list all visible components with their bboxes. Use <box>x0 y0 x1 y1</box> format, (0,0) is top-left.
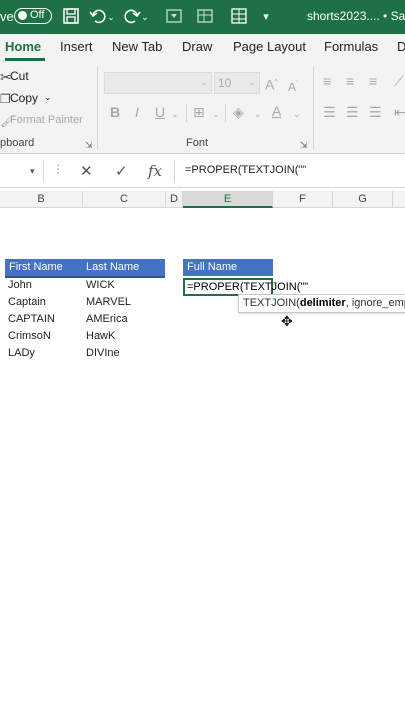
ribbon-tabs: Home Insert New Tab Draw Page Layout For… <box>0 34 405 62</box>
cancel-formula-button[interactable]: ✕ <box>80 162 93 180</box>
borders-icon[interactable]: ⊞ <box>193 104 205 120</box>
autosave-label: ve <box>0 9 14 24</box>
cell-first-name[interactable]: John <box>8 277 32 294</box>
font-launcher-icon[interactable]: ⇲ <box>300 137 308 153</box>
table-icon[interactable] <box>195 7 215 27</box>
chevron-down-icon: ⌄ <box>200 77 208 87</box>
align-middle-icon[interactable]: ≡ <box>346 73 354 89</box>
name-box[interactable]: ▾ <box>0 160 44 182</box>
form-icon[interactable] <box>229 7 249 27</box>
ribbon-divider <box>313 66 314 150</box>
font-size-combo[interactable]: 10 ⌄ <box>214 72 260 94</box>
underline-dropdown-icon[interactable]: ⌄ <box>171 106 179 122</box>
cell-last-name[interactable]: DIVIne <box>86 345 120 362</box>
fill-color-dropdown-icon[interactable]: ⌄ <box>254 106 262 122</box>
redo-dropdown-icon[interactable]: ⌄ <box>140 7 150 27</box>
align-center-icon[interactable]: ☰ <box>346 104 359 120</box>
font-color-icon[interactable]: A <box>272 103 281 119</box>
font-group-label: Font <box>186 137 209 149</box>
formula-divider <box>174 160 175 182</box>
cell-last-name[interactable]: WICK <box>86 277 115 294</box>
move-cursor-icon: ✥ <box>281 313 293 329</box>
tab-formulas[interactable]: Formulas <box>324 39 378 54</box>
tab-home[interactable]: Home <box>5 39 41 54</box>
insert-function-button[interactable]: fx <box>148 162 162 180</box>
column-header-f[interactable]: F <box>273 191 333 208</box>
cell-last-name[interactable]: MARVEL <box>86 294 131 311</box>
redo-icon[interactable] <box>122 7 142 27</box>
align-right-icon[interactable]: ☰ <box>369 104 382 120</box>
enter-formula-button[interactable]: ✓ <box>115 162 128 180</box>
title-bar: ve Off ⌄ ⌄ ▾ shorts2023.... • Saved <box>0 0 405 34</box>
tab-insert[interactable]: Insert <box>60 39 93 54</box>
align-left-icon[interactable]: ☰ <box>323 104 336 120</box>
tooltip-remaining-arguments: , ignore_empty <box>345 297 405 309</box>
function-tooltip: TEXTJOIN(delimiter, ignore_empty <box>238 294 405 313</box>
align-bottom-icon[interactable]: ≡ <box>369 73 377 89</box>
clipboard-launcher-icon[interactable]: ⇲ <box>85 137 93 153</box>
align-top-icon[interactable]: ≡ <box>323 73 331 89</box>
copy-dropdown-icon[interactable]: ⌄ <box>44 92 52 103</box>
autosave-toggle[interactable]: Off <box>14 8 52 24</box>
cell-first-name[interactable]: LADy <box>8 345 35 362</box>
formula-bar: ▾ ⋮ ✕ ✓ fx =PROPER(TEXTJOIN("" <box>0 154 405 188</box>
italic-button[interactable]: I <box>135 104 139 120</box>
format-painter-button[interactable]: Format Painter <box>10 114 83 126</box>
cut-button[interactable]: Cut <box>10 69 29 83</box>
underline-button[interactable]: U <box>155 104 165 120</box>
ribbon-divider <box>225 104 226 122</box>
more-icon[interactable]: ▾ <box>256 7 276 27</box>
decrease-font-icon[interactable]: Aˇ <box>288 77 298 95</box>
table-header-full-name[interactable]: Full Name <box>183 259 273 276</box>
undo-dropdown-icon[interactable]: ⌄ <box>106 7 116 27</box>
borders-dropdown-icon[interactable]: ⌄ <box>212 106 220 122</box>
name-box-dropdown-icon[interactable]: ▾ <box>30 163 35 179</box>
document-title: shorts2023.... • Saved <box>307 9 405 23</box>
font-color-dropdown-icon[interactable]: ⌄ <box>293 106 301 122</box>
increase-font-icon[interactable]: A^ <box>265 75 278 93</box>
tooltip-function-name: TEXTJOIN( <box>243 297 300 309</box>
tab-new-tab[interactable]: New Tab <box>112 39 162 54</box>
column-header-c[interactable]: C <box>83 191 166 208</box>
orientation-icon[interactable]: ⟋ <box>394 73 404 89</box>
cell-first-name[interactable]: Captain <box>8 294 46 311</box>
ribbon: ✂ Cut ❐ Copy ⌄ 🖌 Format Painter pboard ⇲… <box>0 62 405 154</box>
font-size-value: 10 <box>218 76 232 90</box>
undo-icon[interactable] <box>88 7 108 27</box>
tab-data[interactable]: D <box>397 39 405 54</box>
table-header-last-name[interactable]: Last Name <box>82 259 165 276</box>
ribbon-divider <box>186 104 187 122</box>
column-header-e[interactable]: E <box>183 191 273 208</box>
cell-first-name[interactable]: CrimsoN <box>8 328 51 345</box>
active-tab-indicator <box>5 58 45 61</box>
ribbon-divider <box>97 66 98 150</box>
cell-last-name[interactable]: HawK <box>86 328 115 345</box>
filter-icon[interactable] <box>164 7 184 27</box>
save-icon[interactable] <box>61 7 81 27</box>
column-header-b[interactable]: B <box>0 191 83 208</box>
clipboard-group-label: pboard <box>0 137 35 149</box>
table-header-first-name[interactable]: First Name <box>5 259 83 276</box>
tab-page-layout[interactable]: Page Layout <box>233 39 306 54</box>
decrease-indent-icon[interactable]: ⇤ <box>394 104 405 120</box>
cell-last-name[interactable]: AMErica <box>86 311 128 328</box>
column-headers: B C D E F G <box>0 191 405 208</box>
copy-button[interactable]: Copy <box>10 91 38 105</box>
more-options-icon[interactable]: ⋮ <box>52 162 64 176</box>
bold-button[interactable]: B <box>110 104 120 120</box>
chevron-down-icon: ⌄ <box>248 77 256 87</box>
toggle-state-label: Off <box>30 9 45 21</box>
column-header-g[interactable]: G <box>333 191 393 208</box>
formula-input[interactable]: =PROPER(TEXTJOIN("" <box>185 164 306 176</box>
cell-first-name[interactable]: CAPTAIN <box>8 311 55 328</box>
column-header-d[interactable]: D <box>166 191 183 208</box>
toggle-knob <box>18 11 27 20</box>
fill-color-icon[interactable]: ◈ <box>233 104 244 120</box>
font-name-combo[interactable]: ⌄ <box>104 72 212 94</box>
tab-draw[interactable]: Draw <box>182 39 212 54</box>
tooltip-current-argument: delimiter <box>299 297 346 309</box>
